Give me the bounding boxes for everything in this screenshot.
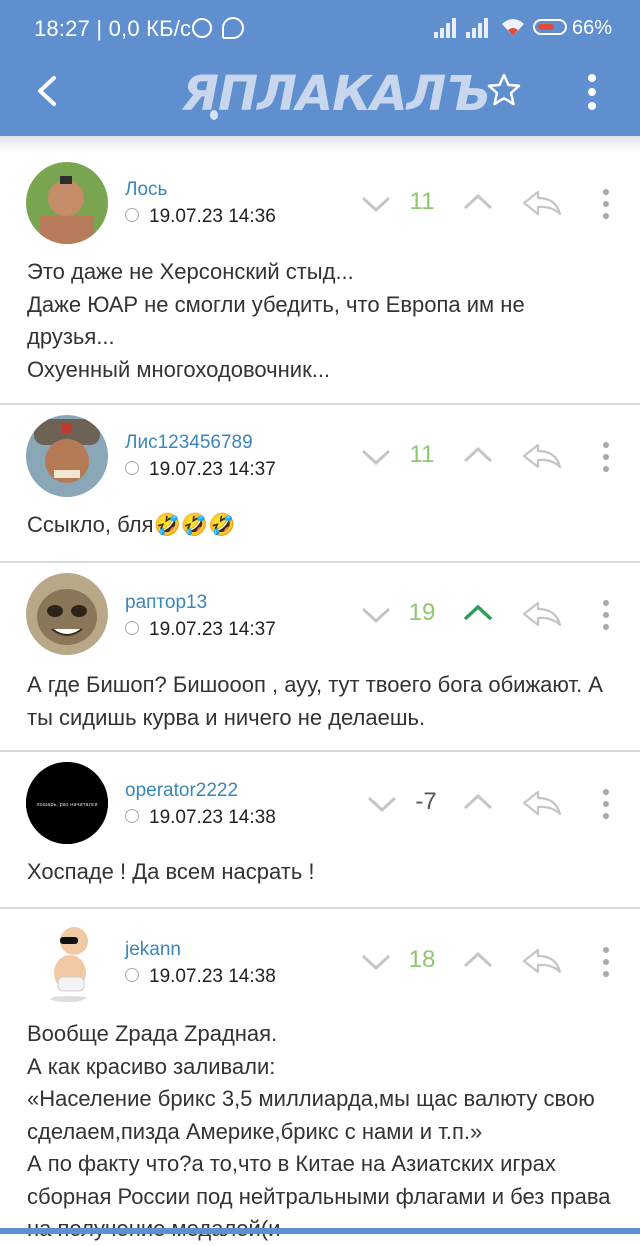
username[interactable]: operator2222 xyxy=(125,780,238,802)
date-text: 19.07.23 14:36 xyxy=(149,206,276,227)
date-text: 19.07.23 14:38 xyxy=(149,807,276,828)
downvote-icon[interactable] xyxy=(366,794,398,814)
date-text: 19.07.23 14:38 xyxy=(149,966,276,987)
avatar-caption: лошарь, раз начитался xyxy=(36,802,97,808)
back-arrow-icon[interactable] xyxy=(34,74,62,108)
username[interactable]: jekann xyxy=(125,939,181,961)
app-bar: 18:27 | 0,0 КБ/с 66% ЯПЛАКАЛЪ xyxy=(0,0,640,136)
date-text: 19.07.23 14:37 xyxy=(149,459,276,480)
status-bar: 18:27 | 0,0 КБ/с 66% xyxy=(0,0,640,58)
comment-date: 19.07.23 14:38 xyxy=(125,966,276,988)
comment-text: Это даже не Херсонский стыд... Даже ЮАР … xyxy=(27,259,525,382)
clock-icon xyxy=(125,967,139,982)
vote-score: 11 xyxy=(409,188,435,215)
signal-icon xyxy=(434,16,460,38)
comment-date: 19.07.23 14:37 xyxy=(125,459,276,481)
comment: раптор13 19.07.23 14:37 19 А где Бишоп? … xyxy=(0,563,640,752)
comment-text: А где Бишоп? Бишоооп , ауу, тут твоего б… xyxy=(27,672,603,730)
comment: jekann 19.07.23 14:38 18 Вообще Zрада Zр… xyxy=(0,909,640,1241)
clock-icon xyxy=(125,207,139,222)
upvote-icon[interactable] xyxy=(462,445,494,465)
clock-icon xyxy=(125,620,139,635)
reply-icon[interactable] xyxy=(520,788,564,818)
downvote-icon[interactable] xyxy=(360,194,392,214)
vote-score: 19 xyxy=(408,599,436,626)
battery-percent: 66% xyxy=(572,17,613,39)
vote-score: 11 xyxy=(409,441,435,468)
clock-icon xyxy=(125,460,139,475)
avatar[interactable] xyxy=(26,573,108,655)
vote-score: -7 xyxy=(415,788,437,815)
bottom-bar xyxy=(0,1228,640,1234)
username[interactable]: Лис123456789 xyxy=(125,432,253,454)
upvote-icon[interactable] xyxy=(462,192,494,212)
reply-icon[interactable] xyxy=(520,441,564,471)
comment-text: Ссыкло, бля🤣🤣🤣 xyxy=(27,512,236,537)
avatar[interactable] xyxy=(26,415,108,497)
logo-drop-icon xyxy=(210,110,218,120)
comment-menu-icon[interactable] xyxy=(600,187,612,221)
reply-icon[interactable] xyxy=(520,599,564,629)
wifi-icon xyxy=(502,19,524,36)
comment: Лось 19.07.23 14:36 11 Это даже не Херсо… xyxy=(0,150,640,405)
reply-icon[interactable] xyxy=(520,188,564,218)
viber-icon xyxy=(222,17,244,39)
downvote-icon[interactable] xyxy=(360,952,392,972)
comment: Лис123456789 19.07.23 14:37 11 Ссыкло, б… xyxy=(0,405,640,563)
signal-icon xyxy=(466,16,492,38)
comment-text: Вообще Zрада Zрадная. А как красиво зали… xyxy=(27,1021,611,1241)
comment-menu-icon[interactable] xyxy=(600,945,612,979)
avatar[interactable]: лошарь, раз начитался xyxy=(26,762,108,844)
site-logo: ЯПЛАКАЛЪ xyxy=(182,66,491,122)
downvote-icon[interactable] xyxy=(360,605,392,625)
downvote-icon[interactable] xyxy=(360,447,392,467)
comment-menu-icon[interactable] xyxy=(600,787,612,821)
username[interactable]: раптор13 xyxy=(125,592,207,614)
username[interactable]: Лось xyxy=(125,179,167,201)
avatar[interactable] xyxy=(26,162,108,244)
reply-icon[interactable] xyxy=(520,946,564,976)
comment-date: 19.07.23 14:36 xyxy=(125,206,276,228)
avatar[interactable] xyxy=(26,921,108,1003)
status-time: 18:27 | 0,0 КБ/с xyxy=(34,16,192,41)
comment-menu-icon[interactable] xyxy=(600,440,612,474)
menu-icon[interactable] xyxy=(586,72,598,112)
comment-date: 19.07.23 14:38 xyxy=(125,807,276,829)
upvote-icon[interactable] xyxy=(462,950,494,970)
date-text: 19.07.23 14:37 xyxy=(149,619,276,640)
battery-icon xyxy=(533,19,567,35)
comment-text: Хоспаде ! Да всем насрать ! xyxy=(27,859,315,884)
alarm-icon xyxy=(192,18,212,38)
clock-icon xyxy=(125,808,139,823)
vote-score: 18 xyxy=(408,946,436,973)
comment-date: 19.07.23 14:37 xyxy=(125,619,276,641)
comment: лошарь, раз начитался operator2222 19.07… xyxy=(0,752,640,909)
comment-menu-icon[interactable] xyxy=(600,598,612,632)
upvote-icon[interactable] xyxy=(462,792,494,812)
upvote-active-icon[interactable] xyxy=(462,603,494,623)
star-outline-icon[interactable] xyxy=(486,72,522,108)
